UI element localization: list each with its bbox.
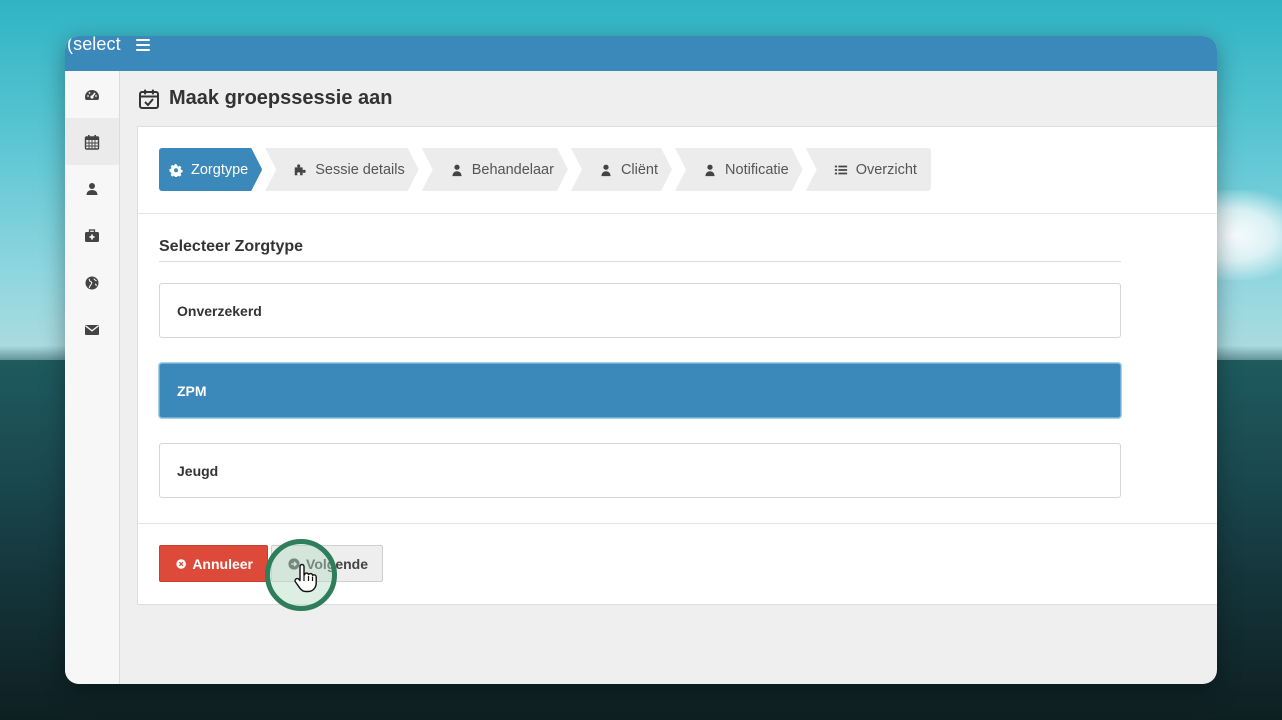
calendar-icon xyxy=(84,134,100,150)
user-icon xyxy=(599,163,613,177)
cancel-button[interactable]: Annuleer xyxy=(159,545,268,582)
wizard-step-label: Overzicht xyxy=(855,161,917,178)
arrow-circle-right-icon xyxy=(288,557,300,570)
wizard-step-behandelaar[interactable]: Behandelaar xyxy=(422,148,568,191)
sidebar-item-messages[interactable] xyxy=(65,306,119,353)
wizard-step-sessie-details[interactable]: Sessie details xyxy=(265,148,418,191)
times-circle-icon xyxy=(176,558,186,569)
sidebar-item-users[interactable] xyxy=(65,165,119,212)
option-onverzekerd[interactable]: Onverzekerd xyxy=(159,283,1121,338)
page-title: Maak groepssessie aan xyxy=(169,87,393,109)
user-icon xyxy=(86,182,98,195)
next-label: Volgende xyxy=(306,555,368,572)
wizard-panel: Zorgtype Sessie details Behandelaar Clië… xyxy=(137,126,1217,605)
list-icon xyxy=(834,165,847,174)
gear-icon xyxy=(169,163,183,177)
cancel-label: Annuleer xyxy=(192,555,253,572)
wizard-step-client[interactable]: Cliënt xyxy=(571,148,672,191)
brand-logo[interactable]: (select xyxy=(67,36,121,55)
app-window: (select Maak groepssessie aan Zorgtype S… xyxy=(65,36,1217,684)
option-zpm[interactable]: ZPM xyxy=(159,363,1121,418)
wizard-step-label: Cliënt xyxy=(620,161,659,178)
option-label: Onverzekerd xyxy=(177,302,262,319)
dashboard-icon xyxy=(85,89,99,100)
option-jeugd[interactable]: Jeugd xyxy=(159,443,1121,498)
user-icon xyxy=(703,163,717,177)
wizard-step-zorgtype[interactable]: Zorgtype xyxy=(159,148,262,191)
divider xyxy=(138,213,1217,214)
sidebar-item-globe[interactable] xyxy=(65,259,119,306)
page-header: Maak groepssessie aan xyxy=(138,87,392,110)
section-divider xyxy=(159,261,1121,262)
wizard-step-label: Behandelaar xyxy=(471,161,554,178)
calendar-check-icon xyxy=(139,89,159,109)
section-title: Selecteer Zorgtype xyxy=(159,238,304,255)
user-icon xyxy=(450,163,464,177)
wizard-step-overzicht[interactable]: Overzicht xyxy=(805,148,931,191)
wizard-step-label: Sessie details xyxy=(315,161,405,178)
divider xyxy=(138,523,1217,524)
sidebar-item-medical[interactable] xyxy=(65,212,119,259)
wizard-step-label: Zorgtype xyxy=(191,161,249,178)
wizard-step-label: Notificatie xyxy=(725,161,789,178)
sidebar-item-calendar[interactable] xyxy=(65,118,119,165)
medkit-icon xyxy=(85,228,99,242)
globe-icon xyxy=(85,276,99,289)
sidebar-item-dashboard[interactable] xyxy=(65,71,119,118)
puzzle-icon xyxy=(293,163,307,177)
next-button[interactable]: Volgende xyxy=(271,545,383,582)
option-label: Jeugd xyxy=(177,462,219,479)
main-content: Maak groepssessie aan Zorgtype Sessie de… xyxy=(120,71,1217,684)
top-navbar: (select xyxy=(65,36,1217,71)
envelope-icon xyxy=(85,324,99,335)
option-label: ZPM xyxy=(177,382,207,399)
hamburger-icon[interactable] xyxy=(136,39,150,51)
sidebar xyxy=(65,71,120,684)
wizard-step-notificatie[interactable]: Notificatie xyxy=(675,148,803,191)
wizard-steps: Zorgtype Sessie details Behandelaar Clië… xyxy=(159,148,934,191)
